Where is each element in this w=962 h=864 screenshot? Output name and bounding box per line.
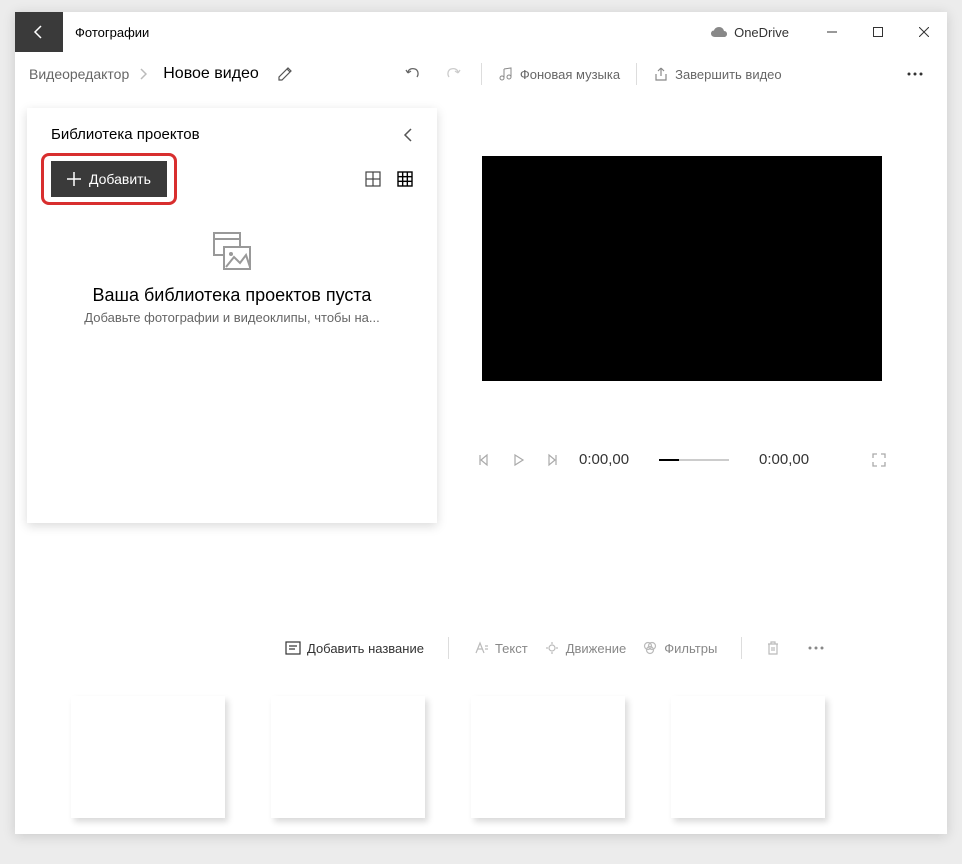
timeline-clip[interactable] bbox=[71, 696, 225, 818]
filters-label: Фильтры bbox=[664, 641, 717, 656]
timeline[interactable] bbox=[15, 670, 947, 818]
breadcrumb-editor[interactable]: Видеоредактор bbox=[27, 62, 131, 86]
project-name[interactable]: Новое видео bbox=[155, 61, 267, 87]
text-button[interactable]: Текст bbox=[473, 641, 528, 656]
music-icon bbox=[498, 66, 514, 82]
playback-controls: 0:00,00 0:00,00 bbox=[457, 451, 907, 468]
library-empty-state: Ваша библиотека проектов пуста Добавьте … bbox=[51, 227, 413, 325]
text-icon bbox=[473, 641, 489, 655]
timeline-clip[interactable] bbox=[671, 696, 825, 818]
library-controls: Добавить bbox=[51, 161, 413, 197]
minimize-icon bbox=[827, 27, 837, 37]
chevron-left-icon bbox=[403, 127, 413, 143]
filters-button[interactable]: Фильтры bbox=[642, 641, 717, 656]
titlebar: Фотографии OneDrive bbox=[15, 12, 947, 52]
minimize-button[interactable] bbox=[809, 12, 855, 52]
view-small-button[interactable] bbox=[397, 171, 413, 187]
arrow-left-icon bbox=[31, 24, 47, 40]
fullscreen-icon bbox=[871, 452, 887, 468]
empty-title: Ваша библиотека проектов пуста bbox=[51, 285, 413, 306]
onedrive-label: OneDrive bbox=[734, 25, 789, 40]
library-panel: Библиотека проектов Добавить bbox=[27, 108, 437, 523]
bg-music-button[interactable]: Фоновая музыка bbox=[490, 66, 628, 82]
grid-large-icon bbox=[365, 171, 381, 187]
step-forward-icon bbox=[545, 453, 559, 467]
more-button[interactable] bbox=[895, 72, 935, 76]
maximize-icon bbox=[873, 27, 883, 37]
maximize-button[interactable] bbox=[855, 12, 901, 52]
more-icon bbox=[907, 72, 923, 76]
empty-media-icon bbox=[208, 227, 256, 275]
undo-icon bbox=[404, 65, 422, 83]
video-preview[interactable] bbox=[482, 156, 882, 381]
export-icon bbox=[653, 66, 669, 82]
collapse-button[interactable] bbox=[403, 127, 413, 143]
view-toggle bbox=[365, 171, 413, 187]
fullscreen-button[interactable] bbox=[871, 452, 887, 468]
finish-video-button[interactable]: Завершить видео bbox=[645, 66, 790, 82]
timeline-more-button[interactable] bbox=[808, 646, 824, 650]
timeline-clip[interactable] bbox=[471, 696, 625, 818]
app-window: Фотографии OneDrive Видеоредактор Новое … bbox=[15, 12, 947, 834]
library-header: Библиотека проектов bbox=[51, 126, 413, 143]
motion-icon bbox=[544, 641, 560, 655]
next-frame-button[interactable] bbox=[545, 453, 559, 467]
more-icon bbox=[808, 646, 824, 650]
add-label: Добавить bbox=[89, 171, 151, 187]
bg-music-label: Фоновая музыка bbox=[520, 67, 620, 82]
toolbar: Видеоредактор Новое видео Фоновая музыка… bbox=[15, 52, 947, 96]
separator bbox=[481, 63, 482, 85]
time-current: 0:00,00 bbox=[579, 451, 629, 468]
back-button[interactable] bbox=[15, 12, 63, 52]
trash-icon bbox=[766, 640, 780, 656]
finish-label: Завершить видео bbox=[675, 67, 782, 82]
close-icon bbox=[919, 27, 929, 37]
add-title-label: Добавить название bbox=[307, 641, 424, 656]
empty-subtitle: Добавьте фотографии и видеоклипы, чтобы … bbox=[51, 310, 413, 325]
add-button-highlight: Добавить bbox=[51, 161, 167, 197]
delete-button[interactable] bbox=[766, 640, 780, 656]
prev-frame-button[interactable] bbox=[477, 453, 491, 467]
breadcrumb-separator bbox=[139, 68, 147, 80]
separator bbox=[741, 637, 742, 659]
separator bbox=[448, 637, 449, 659]
pencil-icon bbox=[277, 66, 293, 82]
play-button[interactable] bbox=[511, 453, 525, 467]
motion-button[interactable]: Движение bbox=[544, 641, 627, 656]
close-button[interactable] bbox=[901, 12, 947, 52]
undo-button[interactable] bbox=[393, 54, 433, 94]
title-card-icon bbox=[285, 641, 301, 655]
onedrive-button[interactable]: OneDrive bbox=[710, 25, 789, 40]
redo-icon bbox=[444, 65, 462, 83]
time-total: 0:00,00 bbox=[759, 451, 809, 468]
preview-area: 0:00,00 0:00,00 bbox=[457, 108, 947, 626]
seek-bar[interactable] bbox=[659, 459, 729, 461]
step-back-icon bbox=[477, 453, 491, 467]
separator bbox=[636, 63, 637, 85]
play-icon bbox=[511, 453, 525, 467]
timeline-clip[interactable] bbox=[271, 696, 425, 818]
view-large-button[interactable] bbox=[365, 171, 381, 187]
library-title: Библиотека проектов bbox=[51, 126, 200, 143]
add-button[interactable]: Добавить bbox=[51, 161, 167, 197]
edit-name-button[interactable] bbox=[277, 66, 293, 82]
add-title-button[interactable]: Добавить название bbox=[285, 641, 424, 656]
content-area: Библиотека проектов Добавить bbox=[15, 96, 947, 626]
grid-small-icon bbox=[397, 171, 413, 187]
window-controls bbox=[809, 12, 947, 52]
app-title: Фотографии bbox=[75, 25, 710, 40]
motion-label: Движение bbox=[566, 641, 627, 656]
timeline-toolbar: Добавить название Текст Движение Фильтры bbox=[15, 626, 947, 670]
text-label: Текст bbox=[495, 641, 528, 656]
cloud-icon bbox=[710, 26, 728, 38]
filters-icon bbox=[642, 641, 658, 655]
chevron-right-icon bbox=[139, 68, 147, 80]
redo-button[interactable] bbox=[433, 54, 473, 94]
plus-icon bbox=[67, 172, 81, 186]
